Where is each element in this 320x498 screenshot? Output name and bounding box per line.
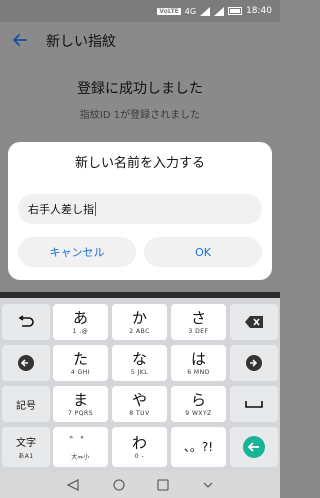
key-ha-main: は: [190, 349, 206, 368]
back-arrow-icon[interactable]: [10, 30, 30, 50]
key-a-main: あ: [72, 308, 88, 327]
space-icon: [245, 401, 263, 408]
clock: 18:40: [246, 6, 272, 16]
key-ra-main: ら: [190, 390, 206, 409]
signal-icon-2: [214, 6, 225, 16]
nav-home-icon[interactable]: [113, 479, 125, 491]
backspace-key[interactable]: [230, 304, 278, 340]
cancel-button[interactable]: キャンセル: [18, 237, 136, 267]
signal-icon: [200, 6, 211, 16]
left-arrow-icon: [18, 355, 34, 371]
keyboard-top-border: [0, 292, 280, 298]
app-bar: 新しい指紋: [0, 22, 280, 58]
symbols-key-label: 記号: [16, 400, 36, 412]
key-na-sub: 5 JKL: [130, 368, 149, 376]
volte-badge: VoLTE: [157, 7, 181, 15]
backspace-icon: [245, 316, 263, 328]
key-ya-sub: 8 TUV: [129, 409, 150, 417]
key-a-sub: 1 .@: [72, 327, 89, 335]
undo-icon: [18, 315, 34, 327]
text-caret: [95, 202, 96, 216]
key-ta-sub: 4 GHI: [70, 368, 91, 376]
key-sa-main: さ: [190, 308, 206, 327]
space-key[interactable]: [230, 386, 278, 422]
key-sa[interactable]: さ 3 DEF: [171, 304, 226, 340]
ok-button[interactable]: OK: [144, 237, 262, 267]
name-input[interactable]: 右手人差し指: [18, 194, 262, 224]
enter-icon: [243, 436, 265, 458]
key-na[interactable]: な 5 JKL: [112, 345, 167, 381]
key-ma[interactable]: ま 7 PQRS: [53, 386, 108, 422]
key-ya[interactable]: や 8 TUV: [112, 386, 167, 422]
page-title: 新しい指紋: [46, 34, 116, 50]
key-ta[interactable]: た 4 GHI: [53, 345, 108, 381]
key-wa[interactable]: わ 0 -: [112, 427, 167, 467]
key-ha-sub: 6 MNO: [187, 368, 210, 376]
key-dakuten-sub: 大⇔小: [71, 453, 90, 461]
key-na-main: な: [131, 349, 147, 368]
keyboard: あ 1 .@ か 2 ABC さ 3 DEF た 4 GHI な 5 JKL は…: [0, 292, 280, 472]
key-ka-sub: 2 ABC: [129, 327, 150, 335]
enter-key[interactable]: [230, 427, 278, 467]
battery-icon: [228, 7, 243, 15]
success-title: 登録に成功しました: [77, 81, 203, 97]
key-wa-main: わ: [131, 433, 147, 452]
key-ka[interactable]: か 2 ABC: [112, 304, 167, 340]
key-punctuation-main: 、。?!: [183, 440, 214, 454]
right-arrow-icon: [246, 355, 262, 371]
success-subtitle: 指紋ID 1が登録されました: [79, 110, 201, 121]
undo-key[interactable]: [2, 304, 50, 340]
key-ma-sub: 7 PQRS: [67, 409, 94, 417]
key-dakuten-main: ゛゜: [69, 434, 92, 448]
nav-keyboard-hide-icon[interactable]: [202, 479, 214, 491]
cursor-right-key[interactable]: [230, 345, 278, 381]
key-sa-sub: 3 DEF: [188, 327, 209, 335]
key-ya-main: や: [131, 390, 147, 409]
key-ta-main: た: [72, 349, 88, 368]
key-ha[interactable]: は 6 MNO: [171, 345, 226, 381]
key-ra[interactable]: ら 9 WXYZ: [171, 386, 226, 422]
key-a[interactable]: あ 1 .@: [53, 304, 108, 340]
status-bar: VoLTE 4G 18:40: [0, 0, 280, 22]
key-punctuation[interactable]: 、。?!: [171, 427, 226, 467]
network-type-label: 4G: [184, 6, 197, 16]
dialog-title: 新しい名前を入力する: [74, 156, 205, 171]
nav-back-icon[interactable]: [66, 479, 80, 491]
input-mode-label: 文字: [16, 438, 36, 449]
input-mode-key[interactable]: 文字 あA1: [2, 427, 50, 467]
key-ka-main: か: [131, 308, 147, 327]
key-ma-main: ま: [72, 390, 88, 409]
symbols-key[interactable]: 記号: [2, 386, 50, 422]
nav-recents-icon[interactable]: [157, 479, 169, 491]
key-dakuten[interactable]: ゛゜ 大⇔小: [53, 427, 108, 467]
input-mode-sub: あA1: [18, 453, 34, 460]
navigation-bar: [0, 472, 280, 498]
key-ra-sub: 9 WXYZ: [185, 409, 212, 417]
key-wa-sub: 0 -: [134, 452, 145, 460]
rename-dialog: 新しい名前を入力する 右手人差し指 キャンセル OK: [8, 142, 272, 280]
cursor-left-key[interactable]: [2, 345, 50, 381]
name-input-value: 右手人差し指: [28, 203, 94, 216]
